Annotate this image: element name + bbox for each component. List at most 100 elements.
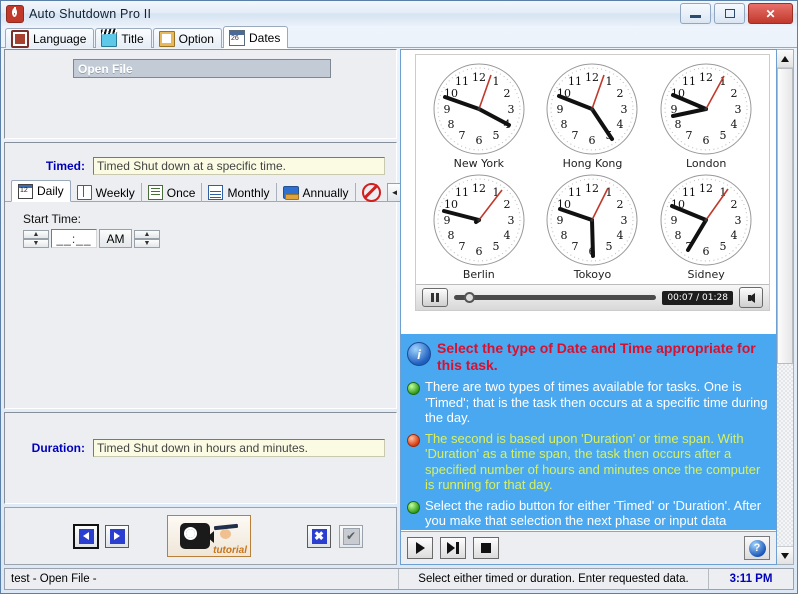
svg-text:5: 5 bbox=[720, 240, 727, 253]
timed-panel: Timed: Timed Shut down at a specific tim… bbox=[4, 142, 421, 409]
tutorial-button[interactable]: tutorial bbox=[167, 515, 251, 583]
clock-cell: 12 1 2 345 678 9 10 11 London bbox=[649, 59, 763, 170]
green-bullet-icon bbox=[407, 500, 420, 514]
clock-cell: 1212 345 678 91011 Tokoyo bbox=[536, 170, 650, 281]
svg-text:5: 5 bbox=[492, 240, 499, 253]
tab-dates-label: Dates bbox=[248, 30, 281, 45]
power-icon bbox=[6, 4, 24, 23]
duration-label: Duration: bbox=[31, 441, 85, 455]
tab-title[interactable]: Title bbox=[95, 28, 152, 48]
subtab-disabled[interactable] bbox=[356, 183, 383, 202]
chevron-down-icon bbox=[781, 552, 789, 559]
clock-label: Berlin bbox=[462, 268, 495, 281]
tab-option-label: Option bbox=[178, 31, 214, 46]
svg-text:2: 2 bbox=[503, 198, 510, 211]
scroll-up-button[interactable] bbox=[777, 50, 793, 68]
meridiem-down-icon[interactable]: ▼ bbox=[134, 238, 160, 248]
hour-up-icon[interactable]: ▲ bbox=[23, 229, 49, 239]
calendar-12-icon bbox=[18, 183, 33, 199]
subtab-once[interactable]: Once bbox=[142, 183, 203, 202]
svg-text:4: 4 bbox=[617, 229, 624, 242]
scroll-track[interactable] bbox=[777, 68, 793, 546]
svg-text:11: 11 bbox=[568, 186, 582, 199]
tab-option[interactable]: Option bbox=[152, 28, 222, 48]
svg-text:2: 2 bbox=[503, 87, 510, 100]
svg-text:8: 8 bbox=[675, 229, 682, 242]
video-pause-button[interactable] bbox=[422, 288, 448, 307]
clock-label: Tokoyo bbox=[573, 268, 612, 281]
svg-text:8: 8 bbox=[561, 118, 568, 131]
tutorial-label: tutorial bbox=[213, 545, 247, 556]
duration-input[interactable]: Timed Shut down in hours and minutes. bbox=[93, 439, 385, 457]
subtab-monthly[interactable]: Monthly bbox=[202, 183, 277, 202]
minimize-button[interactable] bbox=[680, 3, 711, 24]
next-button[interactable] bbox=[440, 537, 466, 559]
window-title: Auto Shutdown Pro II bbox=[29, 6, 152, 21]
scroll-thumb[interactable] bbox=[777, 68, 793, 365]
subtab-daily-label: Daily bbox=[37, 184, 64, 198]
forward-arrow-icon bbox=[109, 528, 125, 544]
svg-text:12: 12 bbox=[472, 71, 486, 84]
video-volume-button[interactable] bbox=[739, 287, 763, 308]
clock-label: London bbox=[685, 157, 727, 170]
confirm-button[interactable]: ✔ bbox=[339, 524, 363, 548]
tutorial-video[interactable]: 1212 345 678 91011 New York bbox=[415, 54, 770, 311]
window-controls: ✕ bbox=[680, 3, 793, 24]
subtab-weekly-label: Weekly bbox=[95, 185, 135, 200]
clock-face-icon: 1212 345 678 91011 bbox=[433, 174, 525, 266]
clock-cell: 1212 345 678 91011 New York bbox=[422, 59, 536, 170]
language-icon bbox=[11, 29, 29, 48]
help-button[interactable]: ? bbox=[744, 536, 770, 560]
svg-text:3: 3 bbox=[507, 103, 514, 116]
hour-down-icon[interactable]: ▼ bbox=[23, 238, 49, 248]
question-mark-icon: ? bbox=[748, 539, 766, 557]
open-file-field[interactable]: Open File bbox=[73, 59, 331, 78]
svg-text:4: 4 bbox=[503, 229, 510, 242]
tab-language[interactable]: Language bbox=[5, 28, 95, 48]
video-player-bar: 00:07 / 01:28 bbox=[416, 284, 769, 310]
seek-thumb[interactable] bbox=[464, 292, 476, 303]
scroll-down-button[interactable] bbox=[777, 546, 793, 564]
svg-text:9: 9 bbox=[443, 103, 450, 116]
svg-text:2: 2 bbox=[731, 198, 738, 211]
close-button[interactable]: ✕ bbox=[748, 3, 793, 24]
video-seek-bar[interactable] bbox=[454, 292, 657, 303]
start-time-group: Start Time: ▲ ▼ __:__ AM ▲ ▼ bbox=[5, 202, 396, 248]
left-column: Open File Timed: Timed Shut down at a sp… bbox=[4, 49, 421, 583]
clock-label: Hong Kong bbox=[562, 157, 623, 170]
status-center: Select either timed or duration. Enter r… bbox=[399, 569, 709, 589]
start-time-input[interactable]: __:__ bbox=[51, 229, 97, 248]
timed-input[interactable]: Timed Shut down at a specific time. bbox=[93, 157, 385, 175]
meridiem-button[interactable]: AM bbox=[99, 229, 132, 248]
cancel-button[interactable]: ✖ bbox=[307, 524, 331, 548]
clock-label: Sidney bbox=[687, 268, 725, 281]
chevron-up-icon bbox=[781, 55, 789, 62]
back-button[interactable] bbox=[73, 523, 99, 549]
subtab-once-label: Once bbox=[166, 185, 196, 200]
play-button[interactable] bbox=[407, 537, 433, 559]
help-scrollbar[interactable] bbox=[777, 49, 794, 565]
svg-text:9: 9 bbox=[557, 103, 564, 116]
subtab-weekly[interactable]: Weekly bbox=[71, 183, 142, 202]
hour-stepper[interactable]: ▲ ▼ bbox=[23, 229, 49, 248]
duration-panel: Duration: Timed Shut down in hours and m… bbox=[4, 412, 397, 504]
books-icon bbox=[282, 186, 299, 200]
svg-text:4: 4 bbox=[731, 229, 738, 242]
clock-cell: 1212 345 678 91011 Sidney bbox=[649, 170, 763, 281]
svg-text:3: 3 bbox=[621, 103, 628, 116]
start-time-label: Start Time: bbox=[23, 212, 82, 226]
subtab-daily[interactable]: Daily bbox=[11, 180, 71, 202]
svg-text:8: 8 bbox=[675, 118, 682, 131]
meridiem-stepper[interactable]: ▲ ▼ bbox=[134, 229, 160, 248]
subtab-annually[interactable]: Annually bbox=[277, 183, 356, 202]
forward-button[interactable] bbox=[105, 524, 129, 548]
open-file-panel: Open File bbox=[4, 49, 397, 139]
book-icon bbox=[76, 185, 92, 200]
meridiem-up-icon[interactable]: ▲ bbox=[134, 229, 160, 239]
tab-dates[interactable]: Dates bbox=[222, 26, 289, 48]
maximize-button[interactable] bbox=[714, 3, 745, 24]
info-icon: i bbox=[407, 342, 431, 366]
stop-button[interactable] bbox=[473, 537, 499, 559]
clapperboard-icon bbox=[101, 30, 118, 47]
svg-text:7: 7 bbox=[458, 129, 465, 142]
